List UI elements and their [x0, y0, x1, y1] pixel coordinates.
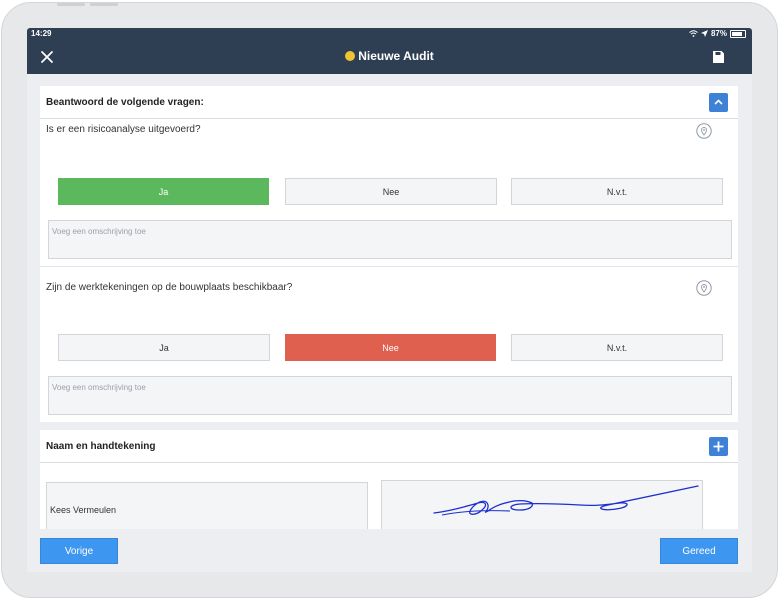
location-arrow-icon [700, 30, 708, 37]
battery-icon [730, 29, 746, 38]
volume-button [90, 3, 118, 6]
collapse-button[interactable] [709, 93, 728, 112]
page-title-text: Nieuwe Audit [358, 49, 434, 63]
add-button[interactable] [709, 437, 728, 456]
section-title: Beantwoord de volgende vragen: [46, 97, 204, 108]
answer-yes-button[interactable]: Ja [58, 334, 270, 361]
wifi-icon [689, 30, 698, 37]
battery-level [732, 31, 743, 36]
questions-card: Beantwoord de volgende vragen: Is er een… [40, 86, 738, 422]
status-dot [345, 51, 356, 61]
answer-no-button[interactable]: Nee [285, 334, 496, 361]
answer-na-button[interactable]: N.v.t. [511, 334, 723, 361]
location-pin-icon[interactable] [696, 280, 712, 296]
footer-bar: Vorige Gereed [27, 529, 752, 572]
previous-button[interactable]: Vorige [40, 538, 118, 564]
volume-button [57, 3, 85, 6]
answer-yes-button[interactable]: Ja [58, 178, 269, 205]
question-text: Is er een risicoanalyse uitgevoerd? [46, 124, 201, 135]
page-title: Nieuwe Audit [27, 49, 752, 63]
status-bar: 14:29 87% [27, 28, 752, 40]
location-pin-icon[interactable] [696, 123, 712, 139]
plus-icon [713, 441, 724, 452]
description-input[interactable]: Voeg een omschrijving toe [48, 376, 732, 415]
answer-na-button[interactable]: N.v.t. [511, 178, 723, 205]
description-input[interactable]: Voeg een omschrijving toe [48, 220, 732, 259]
status-time: 14:29 [31, 29, 52, 38]
signature-card: Naam en handtekening Kees Vermeulen [40, 430, 738, 542]
answer-no-button[interactable]: Nee [285, 178, 497, 205]
question-text: Zijn de werktekeningen op de bouwplaats … [46, 282, 293, 293]
done-button[interactable]: Gereed [660, 538, 738, 564]
chevron-up-icon [714, 99, 723, 105]
divider [40, 266, 738, 267]
section-title: Naam en handtekening [46, 441, 156, 452]
nav-bar: Nieuwe Audit [27, 40, 752, 74]
card-header: Beantwoord de volgende vragen: [40, 86, 738, 119]
save-icon[interactable] [713, 51, 724, 63]
app-screen: 14:29 87% Nieuwe Audit Beantwoord de vol… [27, 28, 752, 572]
battery-percentage: 87% [710, 29, 727, 38]
card-header: Naam en handtekening [40, 430, 738, 463]
